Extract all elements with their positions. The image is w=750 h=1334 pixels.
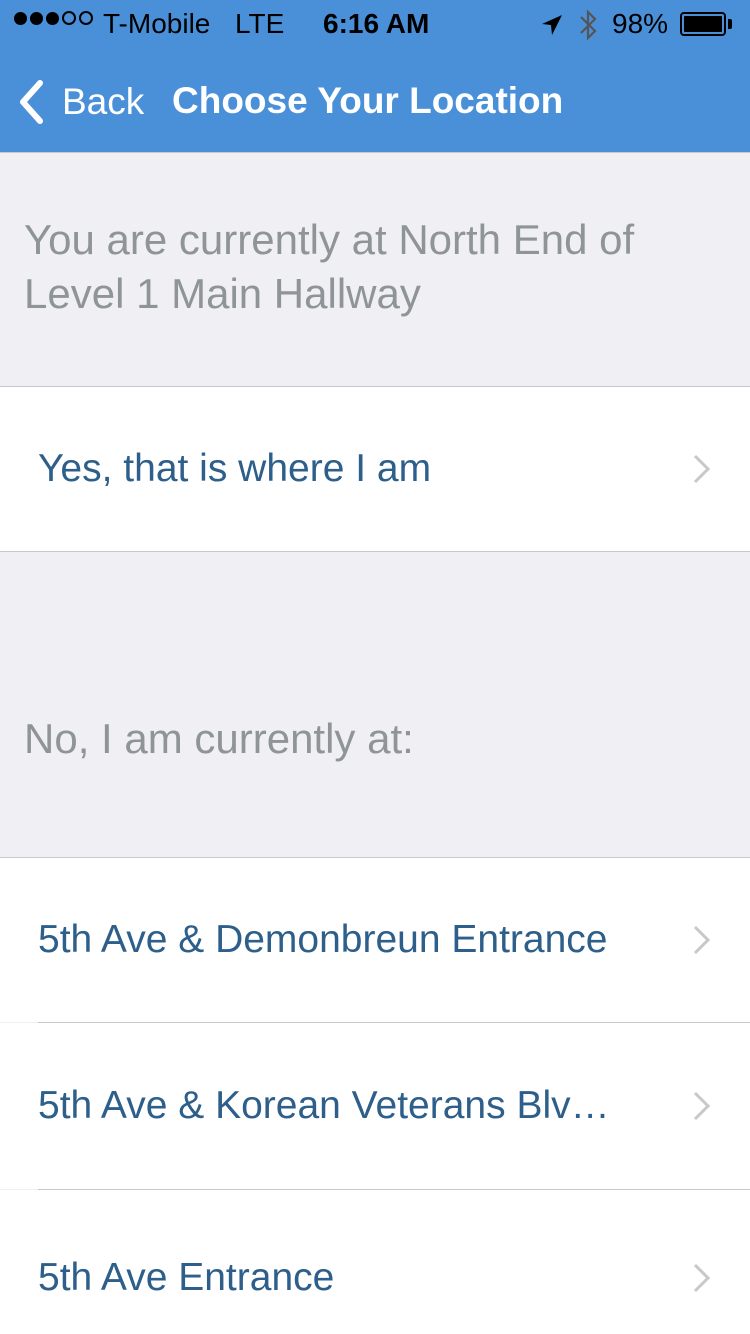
current-location-header: You are currently at North End of Level … [0,152,750,386]
top-bar: T-Mobile LTE 6:16 AM 98% Back Choose You… [0,0,750,152]
chevron-right-icon [693,925,711,955]
confirm-location-label: Yes, that is where I am [38,447,432,490]
location-cell[interactable]: 5th Ave & Demonbreun Entrance [0,858,750,1022]
signal-strength-icon [14,11,96,25]
battery-nub [728,19,732,29]
battery-percentage: 98% [612,8,669,39]
navigation-bar: Back Choose Your Location [0,52,750,152]
battery-icon [680,12,726,36]
location-cell[interactable]: 5th Ave Entrance [0,1190,750,1334]
carrier-name: T-Mobile [103,8,211,39]
location-label: 5th Ave & Demonbreun Entrance [38,918,608,961]
back-button[interactable]: Back [18,76,144,128]
network-type: LTE [235,8,285,39]
chevron-left-icon [20,80,43,124]
alternatives-header-text: No, I am currently at: [24,715,414,762]
current-location-text: You are currently at North End of Level … [24,216,635,317]
back-label: Back [62,81,145,122]
location-arrow-icon [542,15,562,35]
chevron-right-icon [693,454,711,484]
chevron-right-icon [693,1263,711,1293]
status-bar: T-Mobile LTE 6:16 AM 98% [0,0,750,52]
confirm-location-cell[interactable]: Yes, that is where I am [0,387,750,551]
chevron-right-icon [693,1091,711,1121]
status-time: 6:16 AM [323,8,430,39]
location-label: 5th Ave Entrance [38,1256,335,1299]
location-cell[interactable]: 5th Ave & Korean Veterans Blv… [0,1023,750,1189]
location-label: 5th Ave & Korean Veterans Blv… [38,1084,610,1127]
page-title: Choose Your Location [172,80,564,121]
alternatives-header: No, I am currently at: [0,552,750,857]
bluetooth-icon [580,9,597,41]
